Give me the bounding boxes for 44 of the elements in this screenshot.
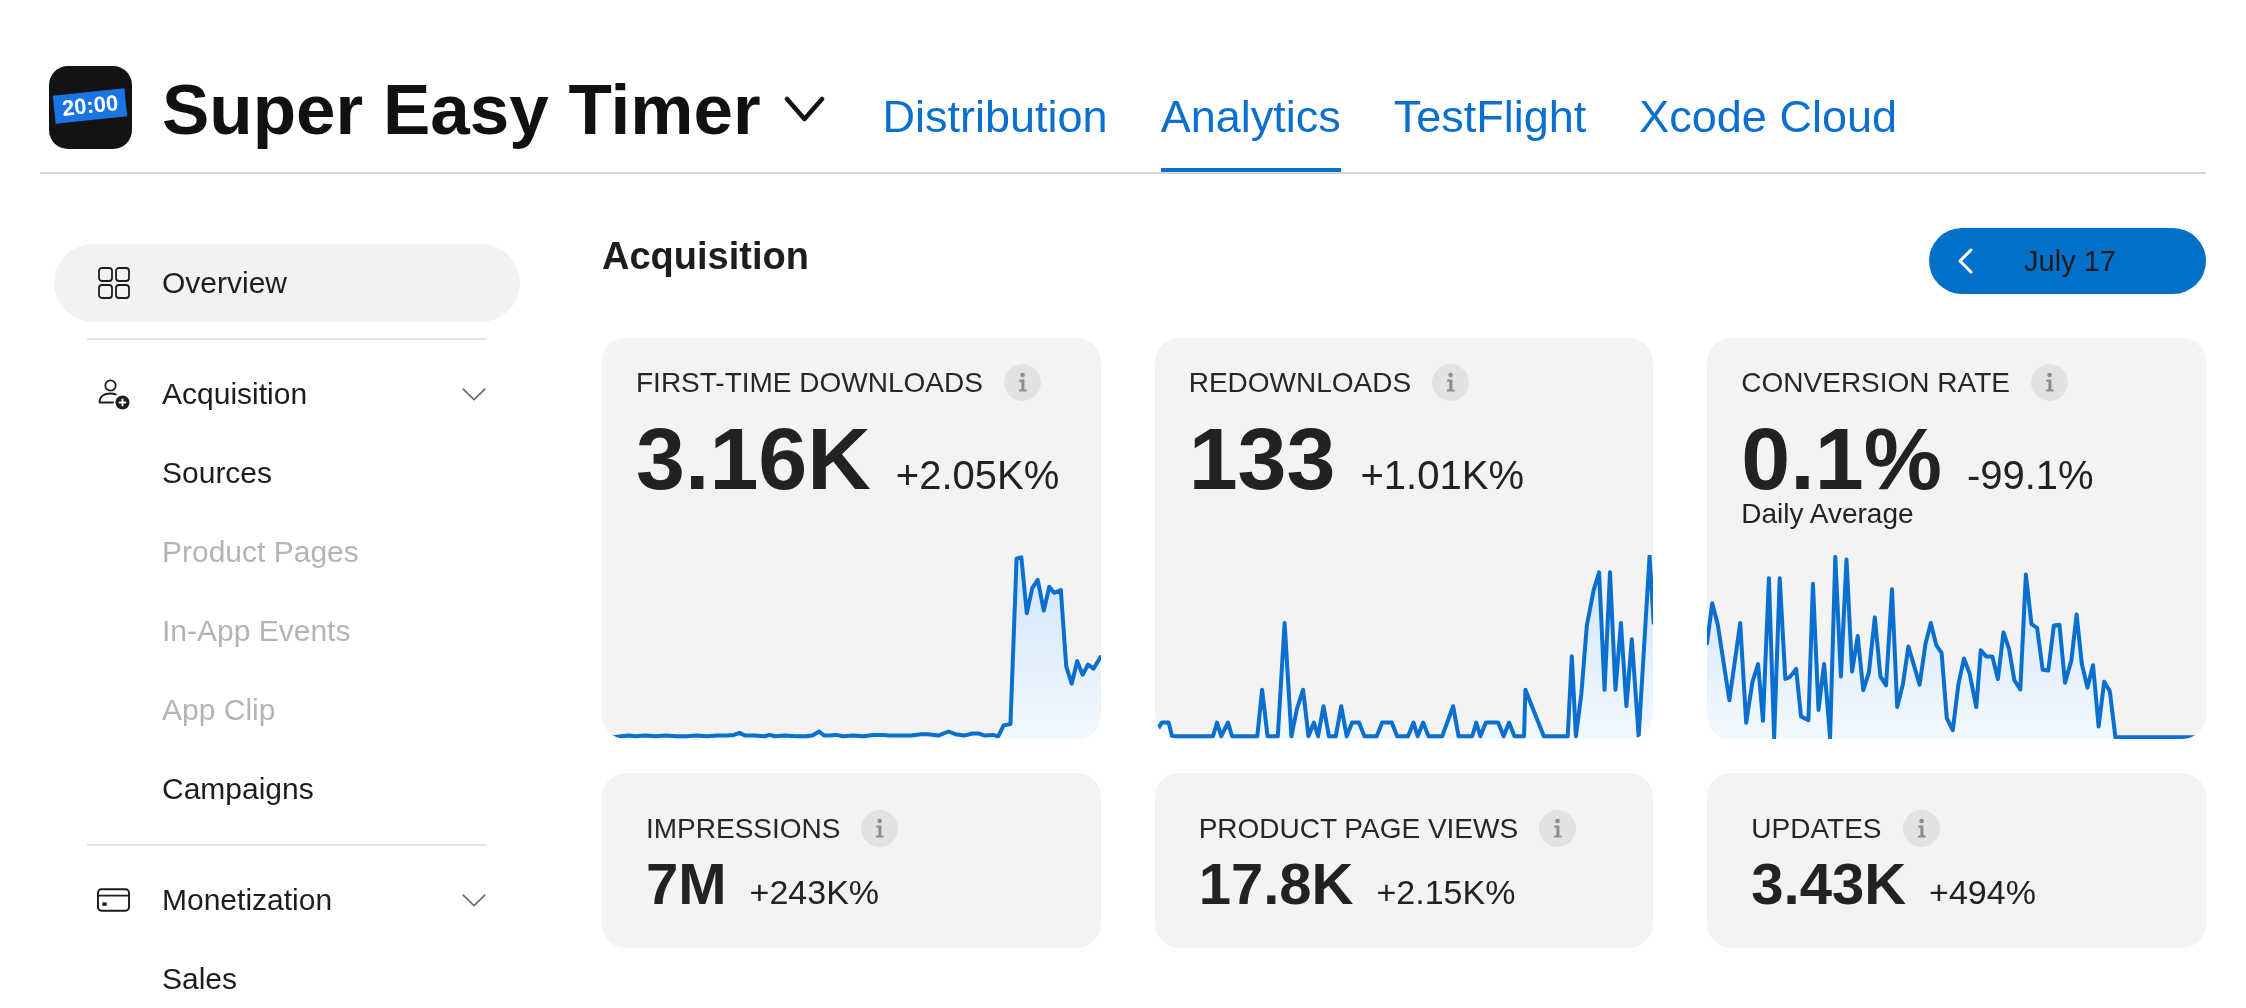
app-menu-button[interactable]: Super Easy Timer	[162, 67, 825, 152]
nav-tab[interactable]: Distribution	[882, 62, 1108, 172]
info-icon[interactable]	[2030, 364, 2068, 401]
section-title: Acquisition	[602, 234, 809, 279]
metric-value: 0.1%	[1741, 421, 1942, 497]
chevron-left-icon	[1958, 248, 1974, 274]
metric-title: UPDATES	[1751, 811, 1882, 846]
metric-title: IMPRESSIONS	[646, 811, 841, 846]
nav-tab[interactable]: Xcode Cloud	[1639, 62, 1897, 172]
sidebar-link[interactable]: Sources	[162, 451, 273, 495]
sidebar-link[interactable]: Campaigns	[162, 767, 314, 811]
date-button[interactable]: July 17	[1929, 228, 2206, 294]
person-plus-icon	[97, 378, 130, 410]
metric-note: Daily Average	[1741, 499, 1914, 529]
metric-change: +494%	[1929, 872, 2036, 912]
metric-title: PRODUCT PAGE VIEWS	[1198, 811, 1519, 846]
metric-change: +2.05K%	[895, 452, 1060, 499]
metric-value: 7M	[646, 854, 727, 914]
metric-change: -99.1%	[1966, 452, 2094, 499]
grid-icon	[97, 267, 130, 299]
sidebar-group-header[interactable]: Monetization	[54, 861, 520, 939]
metric-value: 3.43K	[1751, 854, 1907, 914]
chevron-down-icon[interactable]	[783, 95, 825, 124]
metric-title: FIRST-TIME DOWNLOADS	[636, 365, 983, 400]
info-icon[interactable]	[1003, 364, 1041, 401]
info-icon[interactable]	[1539, 810, 1577, 847]
info-icon[interactable]	[861, 810, 899, 847]
sidebar-link[interactable]: Sales	[162, 957, 238, 1001]
metric-change: +2.15K%	[1376, 872, 1516, 912]
info-icon[interactable]	[1432, 364, 1470, 401]
nav-tab[interactable]: Analytics	[1160, 62, 1341, 172]
app-icon-label: 20:00	[53, 87, 128, 124]
credit-card-icon	[97, 888, 130, 912]
info-icon[interactable]	[1902, 810, 1940, 847]
metric-value: 17.8K	[1198, 854, 1354, 914]
metric-title: REDOWNLOADS	[1188, 365, 1412, 400]
metric-value: 133	[1188, 421, 1336, 497]
sidebar-item[interactable]: Overview	[54, 244, 520, 322]
metric-value: 3.16K	[636, 421, 871, 497]
metric-title: CONVERSION RATE	[1741, 365, 2010, 400]
metric-change: +1.01K%	[1360, 452, 1524, 499]
nav-tab[interactable]: TestFlight	[1393, 62, 1587, 172]
metric-change: +243K%	[749, 872, 880, 912]
sidebar-group-header[interactable]: Acquisition	[54, 355, 520, 433]
